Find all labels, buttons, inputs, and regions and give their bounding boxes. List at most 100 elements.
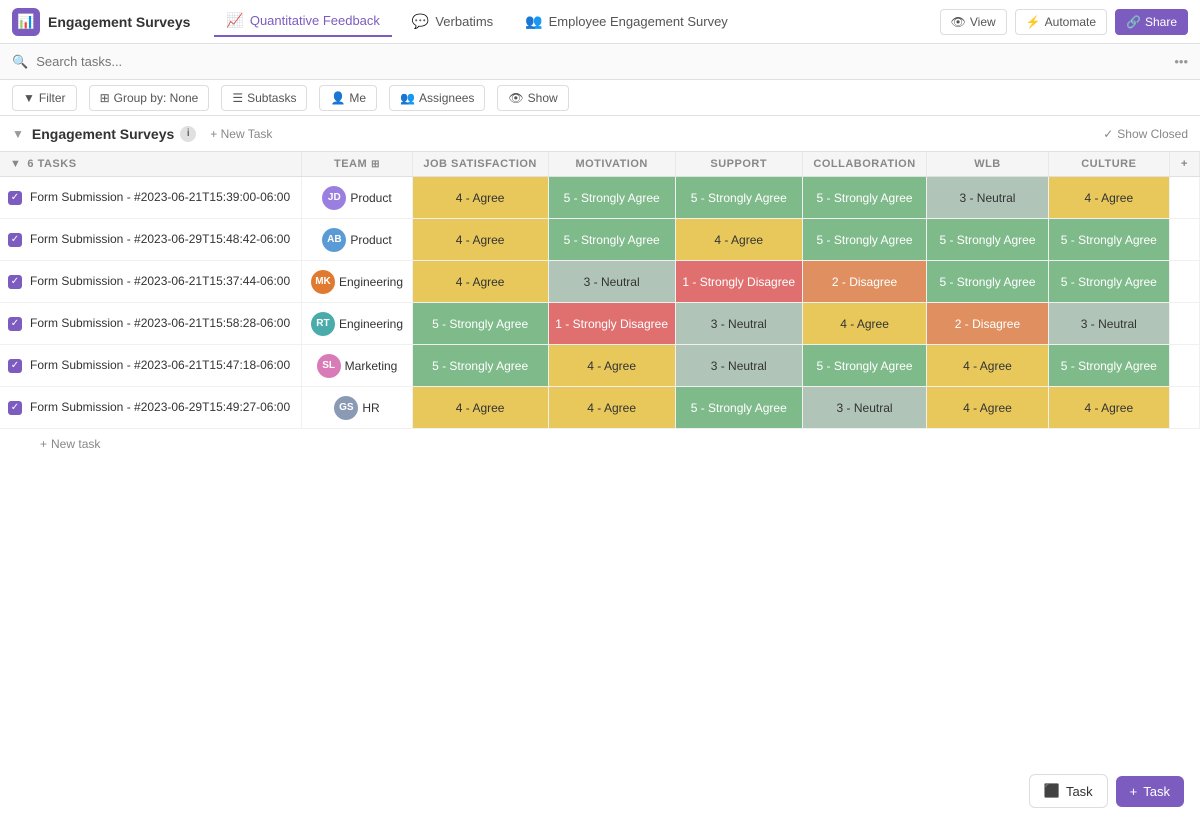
support-cell[interactable]: 5 - Strongly Agree — [675, 387, 802, 429]
toolbar: ▼ Filter ⊞ Group by: None ☰ Subtasks 👤 M… — [0, 80, 1200, 116]
automate-icon: ⚡ — [1026, 15, 1041, 29]
app-icon: 📊 — [12, 8, 40, 36]
job_satisfaction-cell[interactable]: 4 - Agree — [412, 219, 548, 261]
add-task-button[interactable]: + Task — [1116, 776, 1184, 807]
job_satisfaction-cell[interactable]: 4 - Agree — [412, 387, 548, 429]
team-sort-icon[interactable]: ⊞ — [371, 159, 380, 170]
collapse-all-icon[interactable]: ▼ — [10, 158, 21, 170]
assignees-button[interactable]: 👥 Assignees — [389, 85, 485, 111]
task-checkbox[interactable]: ✓ — [8, 401, 22, 415]
task-name-cell: ✓ Form Submission - #2023-06-21T15:47:18… — [0, 345, 302, 387]
culture-cell[interactable]: 5 - Strongly Agree — [1048, 219, 1169, 261]
wlb-cell[interactable]: 4 - Agree — [927, 345, 1048, 387]
tab-employee-survey[interactable]: 👥 Employee Engagement Survey — [513, 7, 740, 36]
team-label: Product — [350, 233, 391, 247]
group-by-button[interactable]: ⊞ Group by: None — [89, 85, 210, 111]
avatar: AB — [322, 228, 346, 252]
task-type-icon: ⬛ — [1044, 783, 1060, 799]
table-header-row: ▼ 6 TASKS TEAM ⊞ JOB SATISFACTION MOTIVA… — [0, 152, 1200, 177]
collaboration-cell[interactable]: 5 - Strongly Agree — [802, 177, 927, 219]
collaboration-cell[interactable]: 2 - Disagree — [802, 261, 927, 303]
search-icon: 🔍 — [12, 54, 28, 70]
app-title: Engagement Surveys — [48, 14, 190, 30]
survey-icon: 👥 — [525, 13, 542, 30]
row-actions-cell — [1170, 345, 1200, 387]
search-input[interactable] — [36, 54, 236, 69]
view-button[interactable]: 👁 View — [940, 9, 1007, 35]
support-cell[interactable]: 3 - Neutral — [675, 345, 802, 387]
task-name-label: Form Submission - #2023-06-29T15:49:27-0… — [30, 400, 290, 416]
avatar: GS — [334, 396, 358, 420]
automate-button[interactable]: ⚡ Automate — [1015, 9, 1107, 35]
tab-verbatims[interactable]: 💬 Verbatims — [400, 7, 505, 36]
motivation-cell[interactable]: 5 - Strongly Agree — [548, 177, 675, 219]
task-name-cell: ✓ Form Submission - #2023-06-29T15:48:42… — [0, 219, 302, 261]
task-checkbox[interactable]: ✓ — [8, 233, 22, 247]
culture-cell[interactable]: 3 - Neutral — [1048, 303, 1169, 345]
task-checkbox[interactable]: ✓ — [8, 275, 22, 289]
bottom-toolbar: ⬛ Task + Task — [1029, 774, 1184, 808]
task-checkbox[interactable]: ✓ — [8, 317, 22, 331]
share-button[interactable]: 🔗 Share — [1115, 9, 1188, 35]
avatar: RT — [311, 312, 335, 336]
subtasks-button[interactable]: ☰ Subtasks — [221, 85, 307, 111]
culture-cell[interactable]: 5 - Strongly Agree — [1048, 261, 1169, 303]
wlb-cell[interactable]: 4 - Agree — [927, 387, 1048, 429]
wlb-cell[interactable]: 5 - Strongly Agree — [927, 261, 1048, 303]
check-icon: ✓ — [1103, 127, 1113, 141]
motivation-cell[interactable]: 3 - Neutral — [548, 261, 675, 303]
project-info-icon[interactable]: i — [180, 126, 196, 142]
wlb-cell[interactable]: 3 - Neutral — [927, 177, 1048, 219]
job_satisfaction-cell[interactable]: 4 - Agree — [412, 261, 548, 303]
row-actions-cell — [1170, 219, 1200, 261]
team-label: Engineering — [339, 317, 403, 331]
team-cell: RT Engineering — [302, 303, 412, 345]
job_satisfaction-cell[interactable]: 5 - Strongly Agree — [412, 303, 548, 345]
row-actions-cell — [1170, 303, 1200, 345]
job_satisfaction-cell[interactable]: 4 - Agree — [412, 177, 548, 219]
new-task-header-button[interactable]: + New Task — [204, 124, 278, 144]
wlb-cell[interactable]: 5 - Strongly Agree — [927, 219, 1048, 261]
motivation-cell[interactable]: 5 - Strongly Agree — [548, 219, 675, 261]
wlb-cell[interactable]: 2 - Disagree — [927, 303, 1048, 345]
support-cell[interactable]: 5 - Strongly Agree — [675, 177, 802, 219]
filter-button[interactable]: ▼ Filter — [12, 85, 77, 111]
collaboration-cell[interactable]: 5 - Strongly Agree — [802, 219, 927, 261]
motivation-cell[interactable]: 4 - Agree — [548, 345, 675, 387]
culture-cell[interactable]: 4 - Agree — [1048, 177, 1169, 219]
support-cell[interactable]: 3 - Neutral — [675, 303, 802, 345]
motivation-cell[interactable]: 4 - Agree — [548, 387, 675, 429]
show-button[interactable]: 👁 Show — [497, 85, 568, 111]
task-checkbox[interactable]: ✓ — [8, 359, 22, 373]
collaboration-cell[interactable]: 3 - Neutral — [802, 387, 927, 429]
job_satisfaction-cell[interactable]: 5 - Strongly Agree — [412, 345, 548, 387]
col-header-tasks: ▼ 6 TASKS — [0, 152, 302, 177]
tab-quantitative-feedback[interactable]: 📈 Quantitative Feedback — [214, 6, 392, 37]
add-task-label: New task — [51, 437, 100, 451]
add-task-row[interactable]: + New task — [0, 429, 1200, 459]
avatar: SL — [317, 354, 341, 378]
data-table-container: ▼ 6 TASKS TEAM ⊞ JOB SATISFACTION MOTIVA… — [0, 152, 1200, 429]
culture-cell[interactable]: 4 - Agree — [1048, 387, 1169, 429]
collaboration-cell[interactable]: 5 - Strongly Agree — [802, 345, 927, 387]
collapse-button[interactable]: ▼ — [12, 127, 24, 141]
search-options-button[interactable]: ••• — [1174, 54, 1188, 69]
motivation-cell[interactable]: 1 - Strongly Disagree — [548, 303, 675, 345]
show-closed-button[interactable]: ✓ Show Closed — [1103, 127, 1188, 141]
support-cell[interactable]: 4 - Agree — [675, 219, 802, 261]
add-column-icon[interactable]: + — [1181, 158, 1188, 170]
support-cell[interactable]: 1 - Strongly Disagree — [675, 261, 802, 303]
team-label: HR — [362, 401, 379, 415]
task-checkbox[interactable]: ✓ — [8, 191, 22, 205]
task-name-cell: ✓ Form Submission - #2023-06-29T15:49:27… — [0, 387, 302, 429]
collaboration-cell[interactable]: 4 - Agree — [802, 303, 927, 345]
task-name-label: Form Submission - #2023-06-21T15:47:18-0… — [30, 358, 290, 374]
team-cell: GS HR — [302, 387, 412, 429]
table-row: ✓ Form Submission - #2023-06-29T15:48:42… — [0, 219, 1200, 261]
search-bar: 🔍 ••• — [0, 44, 1200, 80]
team-cell: MK Engineering — [302, 261, 412, 303]
task-type-button[interactable]: ⬛ Task — [1029, 774, 1108, 808]
me-button[interactable]: 👤 Me — [319, 85, 377, 111]
col-header-collaboration: COLLABORATION — [802, 152, 927, 177]
culture-cell[interactable]: 5 - Strongly Agree — [1048, 345, 1169, 387]
